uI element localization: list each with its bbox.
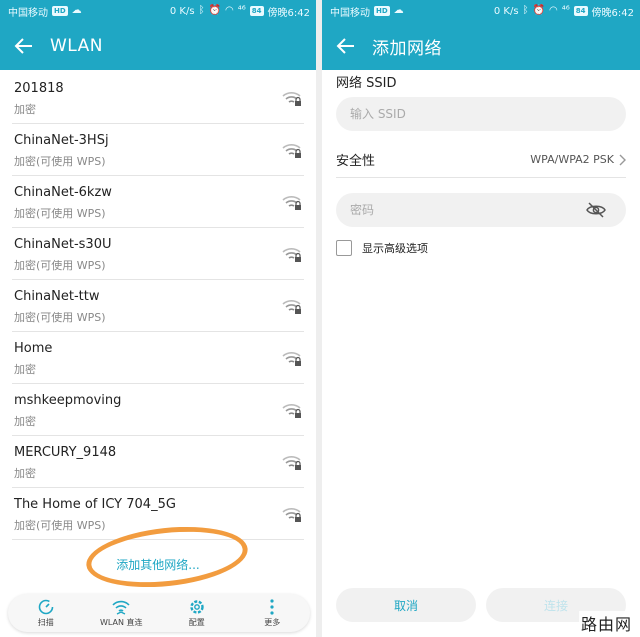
- wlan-direct-button[interactable]: WLAN 直连: [91, 598, 151, 628]
- wifi-lock-icon: [282, 456, 301, 470]
- network-ssid: ChinaNet-s30U: [14, 237, 112, 252]
- wifi-lock-icon: [282, 144, 301, 158]
- wifi-network-item[interactable]: ChinaNet-ttw 加密(可使用 WPS): [12, 280, 304, 332]
- back-button[interactable]: [0, 22, 48, 70]
- password-input[interactable]: [336, 193, 626, 227]
- wifi-network-item[interactable]: Home 加密: [12, 332, 304, 384]
- wifi-network-item[interactable]: ChinaNet-3HSj 加密(可使用 WPS): [12, 124, 304, 176]
- network-ssid: 201818: [14, 81, 64, 96]
- wifi-network-list: 201818 加密 ChinaNet-3HSj 加密(可使用 WPS) Chin…: [0, 72, 316, 540]
- header: 中国移动 HD ☁ 0 K/s ᛒ ⏰ ◠ ⁴⁶ 84 傍晚6:42 添加网络: [322, 0, 640, 70]
- time-label: 傍晚6:42: [267, 7, 310, 19]
- cancel-button[interactable]: 取消: [336, 588, 476, 622]
- header: 中国移动 HD ☁ 0 K/s ᛒ ⏰ ◠ ⁴⁶ 84 傍晚6:42 WLAN: [0, 0, 316, 70]
- wifi-network-item[interactable]: mshkeepmoving 加密: [12, 384, 304, 436]
- wifi-lock-icon: [282, 404, 301, 418]
- hd-icon: HD: [374, 6, 390, 16]
- chevron-right-icon: [619, 154, 626, 165]
- wlan-list-screen: 中国移动 HD ☁ 0 K/s ᛒ ⏰ ◠ ⁴⁶ 84 傍晚6:42 WLAN …: [0, 0, 316, 637]
- alarm-icon: ⏰: [208, 5, 222, 16]
- signal-icon: ⁴⁶: [561, 5, 570, 16]
- notification-icon: ☁: [71, 5, 82, 16]
- back-arrow-icon: [336, 38, 354, 54]
- eye-off-icon[interactable]: [586, 201, 606, 219]
- network-security: 加密: [14, 103, 36, 116]
- bottom-nav: 扫描 WLAN 直连 配置 更多: [8, 594, 310, 632]
- refresh-icon: [38, 599, 54, 615]
- bluetooth-icon: ᛒ: [522, 5, 529, 16]
- ssid-label: 网络 SSID: [336, 76, 397, 91]
- network-security: 加密(可使用 WPS): [14, 155, 106, 168]
- nav-label: 扫描: [37, 618, 54, 627]
- network-security: 加密: [14, 363, 36, 376]
- network-security: 加密(可使用 WPS): [14, 519, 106, 532]
- battery-icon: 84: [573, 6, 588, 16]
- carrier-label: 中国移动: [330, 7, 370, 19]
- ssid-input[interactable]: [336, 97, 626, 131]
- network-ssid: ChinaNet-ttw: [14, 289, 100, 304]
- wifi-lock-icon: [282, 508, 301, 522]
- back-button[interactable]: [322, 22, 370, 70]
- alarm-icon: ⏰: [532, 5, 546, 16]
- network-ssid: Home: [14, 341, 53, 356]
- network-ssid: mshkeepmoving: [14, 393, 122, 408]
- speed-label: 0 K/s: [169, 5, 195, 17]
- security-value: WPA/WPA2 PSK: [530, 153, 614, 166]
- carrier-label: 中国移动: [8, 7, 48, 19]
- network-security: 加密(可使用 WPS): [14, 259, 106, 272]
- more-button[interactable]: 更多: [242, 598, 302, 628]
- more-vertical-icon: [270, 599, 274, 615]
- security-selector[interactable]: 安全性 WPA/WPA2 PSK: [336, 142, 626, 178]
- network-ssid: ChinaNet-6kzw: [14, 185, 112, 200]
- wifi-lock-icon: [282, 352, 301, 366]
- back-arrow-icon: [14, 38, 32, 54]
- network-security: 加密: [14, 415, 36, 428]
- speed-label: 0 K/s: [493, 5, 519, 17]
- wifi-lock-icon: [282, 92, 301, 106]
- notification-icon: ☁: [393, 5, 404, 16]
- hd-icon: HD: [52, 6, 68, 16]
- wifi-network-item[interactable]: ChinaNet-6kzw 加密(可使用 WPS): [12, 176, 304, 228]
- status-bar: 中国移动 HD ☁ 0 K/s ᛒ ⏰ ◠ ⁴⁶ 84 傍晚6:42: [322, 0, 640, 22]
- battery-icon: 84: [249, 6, 264, 16]
- nav-label: 更多: [264, 618, 281, 627]
- wifi-lock-icon: [282, 196, 301, 210]
- add-network-screen: 中国移动 HD ☁ 0 K/s ᛒ ⏰ ◠ ⁴⁶ 84 傍晚6:42 添加网络 …: [322, 0, 640, 637]
- advanced-checkbox[interactable]: [336, 240, 352, 256]
- wifi-status-icon: ◠: [549, 5, 558, 16]
- wifi-network-item[interactable]: MERCURY_9148 加密: [12, 436, 304, 488]
- nav-label: WLAN 直连: [99, 618, 143, 627]
- wifi-network-item[interactable]: 201818 加密: [12, 72, 304, 124]
- scan-button[interactable]: 扫描: [16, 598, 76, 628]
- page-title: 添加网络: [372, 38, 442, 59]
- wifi-lock-icon: [282, 300, 301, 314]
- config-button[interactable]: 配置: [167, 598, 227, 628]
- wifi-lock-icon: [282, 248, 301, 262]
- gear-icon: [190, 600, 204, 614]
- network-ssid: The Home of ICY 704_5G: [14, 497, 176, 512]
- advanced-options-toggle[interactable]: 显示高级选项: [336, 240, 428, 256]
- status-bar: 中国移动 HD ☁ 0 K/s ᛒ ⏰ ◠ ⁴⁶ 84 傍晚6:42: [0, 0, 316, 22]
- bluetooth-icon: ᛒ: [198, 5, 205, 16]
- wifi-status-icon: ◠: [225, 5, 234, 16]
- wifi-direct-icon: [112, 600, 130, 615]
- network-security: 加密(可使用 WPS): [14, 311, 106, 324]
- nav-label: 配置: [188, 618, 205, 627]
- wifi-network-item[interactable]: ChinaNet-s30U 加密(可使用 WPS): [12, 228, 304, 280]
- site-watermark: 路由网: [578, 611, 634, 635]
- network-security: 加密: [14, 467, 36, 480]
- advanced-options-label: 显示高级选项: [362, 242, 428, 255]
- page-title: WLAN: [50, 36, 104, 56]
- network-ssid: ChinaNet-3HSj: [14, 133, 109, 148]
- network-ssid: MERCURY_9148: [14, 445, 117, 460]
- network-security: 加密(可使用 WPS): [14, 207, 106, 220]
- security-label: 安全性: [336, 154, 376, 169]
- signal-icon: ⁴⁶: [237, 5, 246, 16]
- time-label: 傍晚6:42: [591, 7, 634, 19]
